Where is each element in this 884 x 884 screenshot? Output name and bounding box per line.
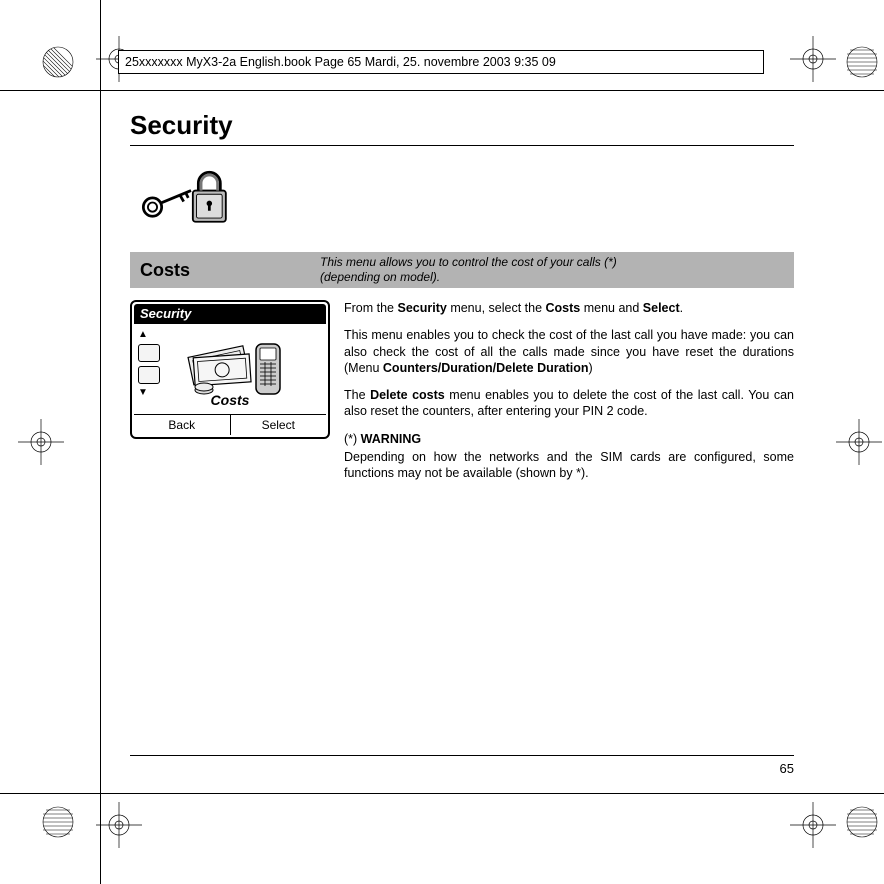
running-header-text: 25xxxxxxx MyX3-2a English.book Page 65 M… — [125, 55, 556, 69]
crop-line-top — [0, 90, 884, 91]
phone-side-icons: ▲ ▼ — [138, 330, 160, 398]
crosshair-icon — [18, 419, 64, 465]
phone-screen-title: Security — [134, 304, 326, 324]
crosshair-icon — [836, 419, 882, 465]
section-description: This menu allows you to control the cost… — [320, 255, 617, 285]
phone-menu-icon — [138, 366, 160, 384]
page-title: Security — [130, 110, 794, 141]
regmark-icon — [844, 44, 880, 80]
crosshair-icon — [96, 802, 142, 848]
crop-line-vertical — [100, 0, 101, 884]
section-title: Costs — [140, 260, 320, 281]
crosshair-icon — [790, 36, 836, 82]
phone-screenshot: Security ▲ ▼ — [130, 300, 330, 492]
softkey-back: Back — [134, 415, 230, 435]
footer-rule — [130, 755, 794, 756]
regmark-icon — [40, 44, 76, 80]
title-rule — [130, 145, 794, 146]
lock-key-illustration — [130, 162, 250, 232]
section-bar-costs: Costs This menu allows you to control th… — [130, 252, 794, 288]
body-text: From the Security menu, select the Costs… — [344, 300, 794, 492]
regmark-icon — [844, 804, 880, 840]
running-header: 25xxxxxxx MyX3-2a English.book Page 65 M… — [118, 50, 764, 74]
regmark-icon — [40, 804, 76, 840]
page-number: 65 — [780, 761, 794, 776]
nav-up-icon: ▲ — [138, 330, 148, 340]
phone-screen-label: Costs — [134, 392, 326, 408]
crop-line-bottom — [0, 793, 884, 794]
crosshair-icon — [790, 802, 836, 848]
phone-menu-icon — [138, 344, 160, 362]
softkey-select: Select — [230, 415, 327, 435]
